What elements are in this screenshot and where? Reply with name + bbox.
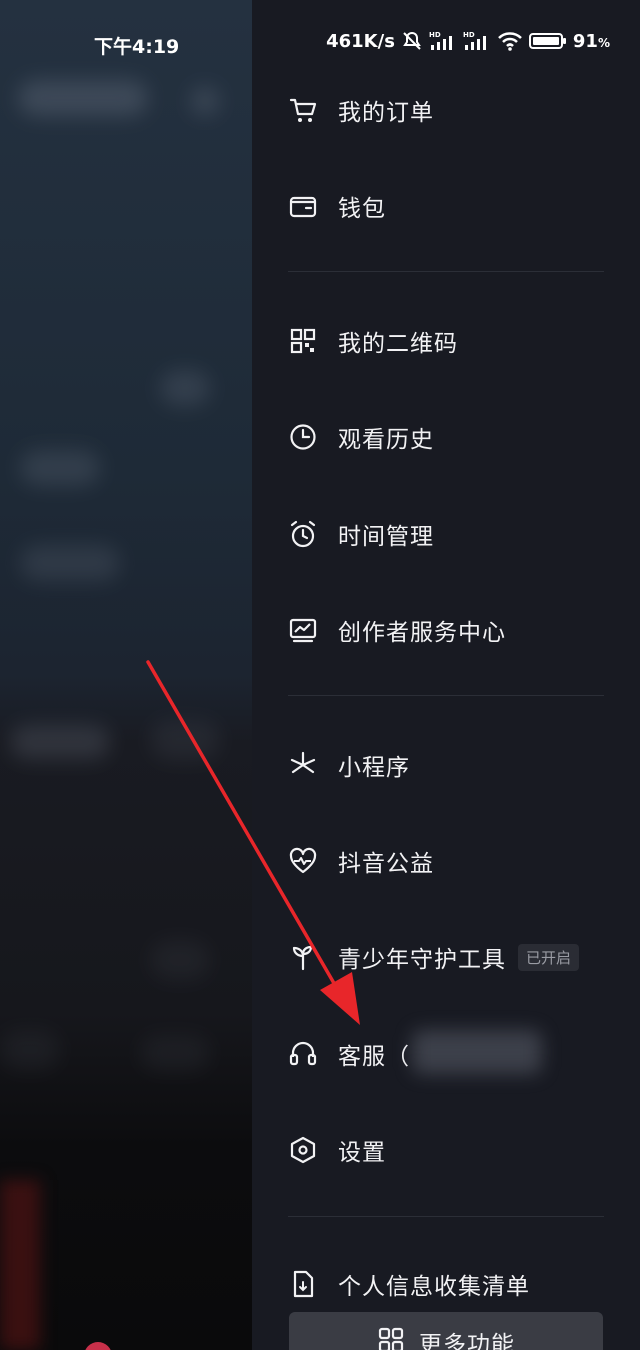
grid-icon: [377, 1326, 405, 1350]
menu-item-wallet[interactable]: 钱包: [286, 178, 606, 234]
menu-item-label: 钱包: [338, 196, 386, 222]
more-features-label: 更多功能: [419, 1332, 515, 1350]
svg-text:HD: HD: [429, 31, 441, 39]
alarm-clock-icon: [286, 517, 320, 551]
menu-item-personal-info-list[interactable]: 个人信息收集清单: [286, 1256, 606, 1312]
menu-item-mini-programs[interactable]: 小程序: [286, 737, 606, 793]
network-speed: 461K/s: [326, 30, 395, 52]
blurred-block: [20, 450, 100, 486]
blurred-block: [10, 725, 110, 759]
menu-item-my-qr-code[interactable]: 我的二维码: [286, 313, 606, 369]
status-bar: 下午4:19 461K/s HD HD 91%: [0, 0, 640, 90]
blurred-block: [150, 940, 210, 980]
sprout-icon: [286, 940, 320, 974]
mini-program-icon: [286, 748, 320, 782]
clock-icon: [286, 420, 320, 454]
svg-text:HD: HD: [463, 31, 475, 39]
status-icons: 461K/s HD HD 91%: [326, 30, 610, 52]
menu-item-label: 我的二维码: [338, 331, 458, 357]
cart-icon: [286, 93, 320, 127]
more-features-button[interactable]: 更多功能: [289, 1312, 603, 1350]
menu-item-label: 观看历史: [338, 427, 434, 453]
menu-item-time-management[interactable]: 时间管理: [286, 506, 606, 562]
menu-item-douyin-charity[interactable]: 抖音公益: [286, 833, 606, 889]
menu-item-teen-protection[interactable]: 青少年守护工具 已开启: [286, 929, 606, 985]
wifi-icon: [497, 30, 523, 52]
blurred-block: [160, 370, 210, 406]
menu-divider: [288, 695, 604, 696]
menu-item-label: 客服（: [338, 1044, 410, 1070]
menu-item-label: 青少年守护工具: [338, 947, 506, 973]
menu-item-label: 设置: [338, 1140, 386, 1166]
mute-icon: [401, 30, 423, 52]
blurred-text-overlay: [412, 1030, 542, 1074]
menu-item-label: 抖音公益: [338, 851, 434, 877]
headset-icon: [286, 1037, 320, 1071]
notification-dot: [84, 1342, 112, 1350]
blurred-block: [150, 720, 220, 760]
blurred-red-area: [0, 1180, 40, 1350]
document-icon: [286, 1267, 320, 1301]
blurred-block: [20, 545, 120, 581]
menu-item-settings[interactable]: 设置: [286, 1122, 606, 1178]
blurred-background-app[interactable]: [0, 0, 252, 1350]
status-badge: 已开启: [518, 943, 580, 971]
creator-chart-icon: [286, 613, 320, 647]
menu-divider: [288, 271, 604, 272]
battery-icon: [528, 31, 567, 51]
blurred-block: [140, 1035, 210, 1071]
menu-item-label: 个人信息收集清单: [338, 1274, 530, 1300]
menu-item-creator-center[interactable]: 创作者服务中心: [286, 602, 606, 658]
menu-item-watch-history[interactable]: 观看历史: [286, 409, 606, 465]
screen: 下午4:19 461K/s HD HD 91% 我的订单 钱包 我的二维码 观看…: [0, 0, 640, 1350]
signal-hd-2-icon: HD: [463, 30, 491, 52]
status-time: 下午4:19: [94, 36, 180, 58]
settings-hexagon-icon: [286, 1133, 320, 1167]
menu-item-label: 时间管理: [338, 524, 434, 550]
signal-hd-1-icon: HD: [429, 30, 457, 52]
blurred-icon: [190, 86, 220, 116]
wallet-icon: [286, 189, 320, 223]
menu-item-my-orders[interactable]: 我的订单: [286, 82, 606, 138]
menu-divider: [288, 1216, 604, 1217]
charity-heart-icon: [286, 844, 320, 878]
battery-level: 91%: [572, 30, 610, 52]
menu-item-label: 创作者服务中心: [338, 620, 506, 646]
menu-item-label: 我的订单: [338, 100, 434, 126]
blurred-block: [0, 1030, 60, 1070]
qr-code-icon: [286, 324, 320, 358]
menu-item-label: 小程序: [338, 755, 410, 781]
